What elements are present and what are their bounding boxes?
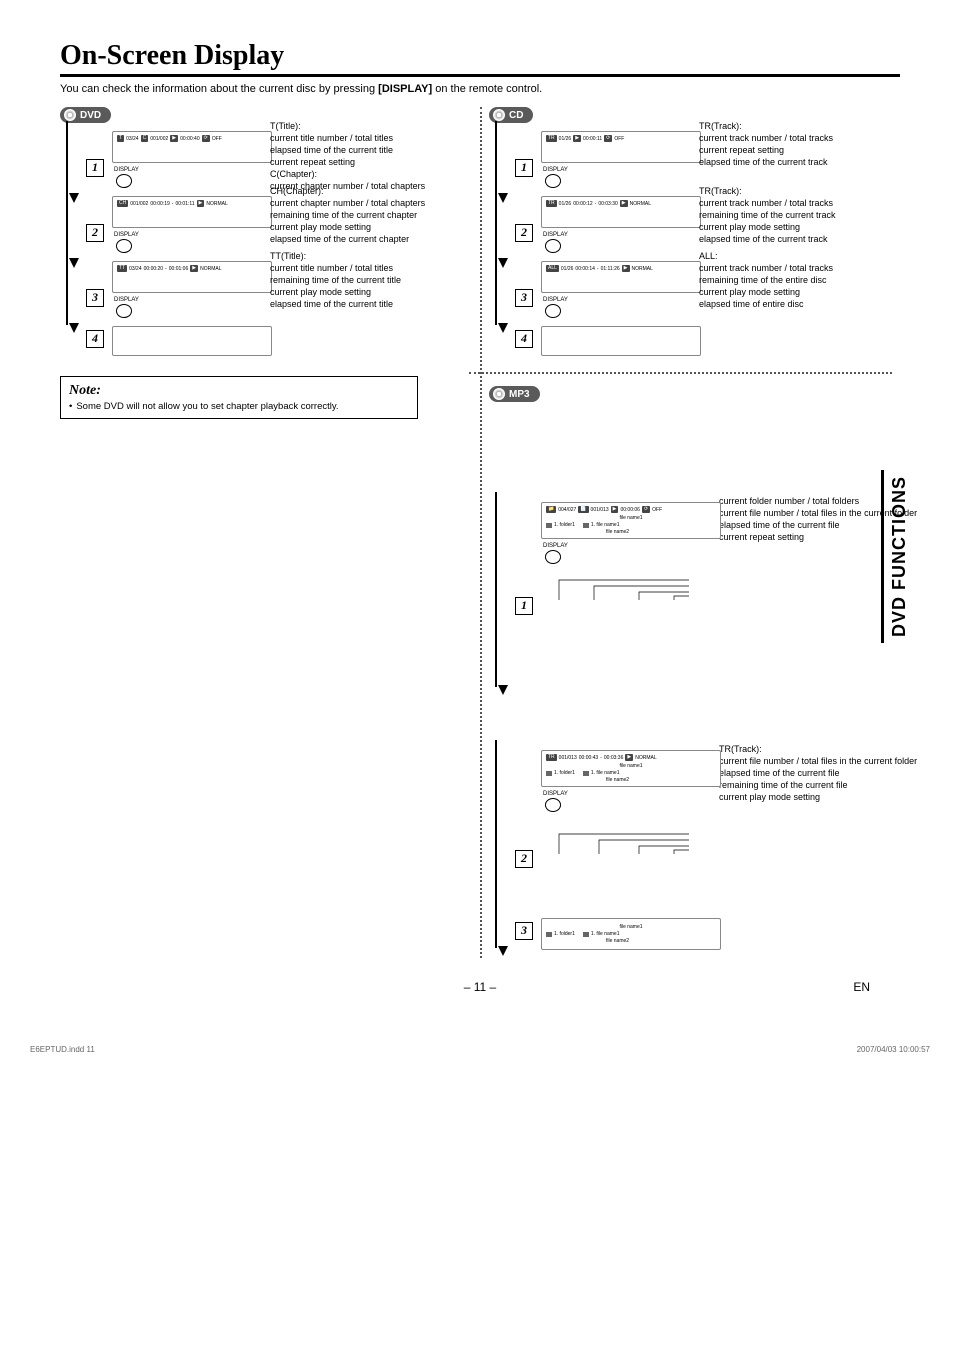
display-button-icon — [116, 239, 132, 253]
mp3-step-1: 1 current folder number / total folders … — [489, 502, 892, 652]
step-number: 2 — [515, 850, 533, 868]
osd-screen-blank — [112, 326, 272, 356]
osd-screen: TR01/26 00:00:12 - 00:03:30 ▶NORMAL — [541, 196, 701, 228]
osd-screen: TR01/26 ▶00:00:11 ⟳OFF — [541, 131, 701, 163]
step-number: 2 — [86, 224, 104, 242]
dvd-step-1: 1 T03/24 C001/002 ▶00:00:40 ⟳OFF T(Title… — [60, 131, 463, 188]
cd-step-2: 2 TR01/26 00:00:12 - 00:03:30 ▶NORMAL TR… — [489, 196, 892, 253]
dvd-step-2: 2 CH001/002 00:00:19 - 00:01:11 ▶NORMAL … — [60, 196, 463, 253]
callouts: current folder number / total folders cu… — [719, 496, 919, 544]
dvd-step-3: 3 TT03/24 00:00:20 - 00:01:06 ▶NORMAL TT… — [60, 261, 463, 318]
intro-text: You can check the information about the … — [60, 83, 900, 95]
osd-screen: TT03/24 00:00:20 - 00:01:06 ▶NORMAL — [112, 261, 272, 293]
display-button-icon — [545, 798, 561, 812]
callouts: TR(Track): current file number / total f… — [719, 744, 919, 804]
step-number: 4 — [86, 330, 104, 348]
callouts: TT(Title): current title number / total … — [270, 251, 470, 311]
display-button-icon — [116, 174, 132, 188]
print-meta-left: E6EPTUD.indd 11 — [30, 1045, 95, 1054]
step-number: 1 — [86, 159, 104, 177]
display-button-icon — [545, 239, 561, 253]
callouts: TR(Track): current track number / total … — [699, 121, 899, 169]
cd-step-1: 1 TR01/26 ▶00:00:11 ⟳OFF TR(Track): curr… — [489, 131, 892, 188]
disc-icon — [493, 109, 505, 121]
disc-icon — [493, 388, 505, 400]
osd-screen: CH001/002 00:00:19 - 00:01:11 ▶NORMAL — [112, 196, 272, 228]
step-number: 4 — [515, 330, 533, 348]
step-number: 1 — [515, 159, 533, 177]
osd-screen-mp3: 📁004/027 📄001/013 ▶00:00:06 ⟳OFF file na… — [541, 502, 721, 539]
mp3-step-2: 2 TR(Track): current file number / total… — [489, 750, 892, 910]
column-cd-mp3: CD 1 TR01/26 ▶00:00:11 ⟳OFF TR(Track): c… — [471, 107, 900, 958]
mp3-step-3: 3 file name1 1. folder1 1. file name1 fi… — [489, 918, 892, 950]
callouts: TR(Track): current track number / total … — [699, 186, 899, 246]
display-button-icon — [545, 174, 561, 188]
note-box: Note: •Some DVD will not allow you to se… — [60, 376, 418, 419]
page-title: On-Screen Display — [60, 40, 900, 77]
disc-icon — [64, 109, 76, 121]
print-meta-right: 2007/04/03 10:00:57 — [857, 1045, 930, 1054]
badge-mp3: MP3 — [489, 386, 540, 402]
note-title: Note: — [69, 383, 409, 399]
cd-step-3: 3 ALL01/26 00:00:14 - 01:11:26 ▶NORMAL A… — [489, 261, 892, 318]
display-button-icon — [116, 304, 132, 318]
note-body: Some DVD will not allow you to set chapt… — [76, 401, 338, 412]
step-number: 3 — [515, 922, 533, 940]
osd-screen-blank — [541, 326, 701, 356]
osd-screen-mp3: TR001/013 00:00:43 - 00:03:36 ▶NORMAL fi… — [541, 750, 721, 787]
step-number: 3 — [86, 289, 104, 307]
callouts: CH(Chapter): current chapter number / to… — [270, 186, 470, 246]
osd-screen-mp3: file name1 1. folder1 1. file name1 file… — [541, 918, 721, 950]
callouts: ALL: current track number / total tracks… — [699, 251, 899, 311]
dvd-step-4: 4 — [60, 326, 463, 356]
step-number: 3 — [515, 289, 533, 307]
osd-screen: T03/24 C001/002 ▶00:00:40 ⟳OFF — [112, 131, 272, 163]
page-number: – 11 – — [464, 980, 496, 994]
page-footer: – 11 – EN — [60, 980, 900, 994]
column-dvd: DVD 1 T03/24 C001/002 ▶00:00:40 ⟳OFF T(T… — [60, 107, 471, 958]
page-lang: EN — [853, 980, 870, 994]
display-button-icon — [545, 304, 561, 318]
display-button-icon — [545, 550, 561, 564]
cd-step-4: 4 — [489, 326, 892, 356]
callouts: T(Title): current title number / total t… — [270, 121, 470, 193]
step-number: 1 — [515, 597, 533, 615]
osd-screen: ALL01/26 00:00:14 - 01:11:26 ▶NORMAL — [541, 261, 701, 293]
step-number: 2 — [515, 224, 533, 242]
